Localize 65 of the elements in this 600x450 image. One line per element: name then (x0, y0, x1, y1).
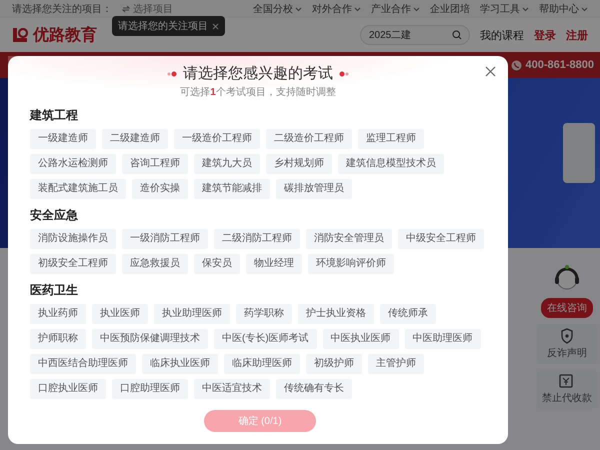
group-title: 医药卫生 (30, 282, 79, 299)
my-courses-link[interactable]: 我的课程 (480, 28, 524, 42)
exam-option[interactable]: 建筑九大员 (194, 154, 260, 174)
exam-option[interactable]: 中医助理医师 (404, 329, 481, 349)
exam-option[interactable]: 执业医师 (92, 304, 148, 324)
exam-option[interactable]: 药学职称 (236, 304, 292, 324)
exam-option[interactable]: 环境影响评价师 (308, 254, 394, 274)
side-tool-button[interactable]: 反诈声明 (537, 324, 597, 364)
top-link[interactable]: 产业合作 (371, 2, 420, 16)
dialog-title: 请选择您感兴趣的考试 (183, 64, 333, 83)
exam-option[interactable]: 中医执业医师 (322, 329, 399, 349)
top-link[interactable]: 企业团培 (430, 2, 470, 16)
exam-option[interactable]: 碳排放管理员 (276, 179, 352, 199)
exam-option[interactable]: 传统确有专长 (276, 379, 352, 399)
exam-option[interactable]: 二级造价工程师 (266, 129, 352, 149)
top-link[interactable]: 全国分校 (253, 2, 302, 16)
exam-option[interactable]: 造价实操 (132, 179, 188, 199)
exam-option[interactable]: 初级护师 (306, 354, 362, 374)
group-title: 安全应急 (30, 207, 79, 224)
search-field[interactable]: 2025二建 (360, 25, 470, 45)
exam-option[interactable]: 中级安全工程师 (398, 229, 484, 249)
exam-option[interactable]: 执业药师 (30, 304, 86, 324)
exam-option[interactable]: 乡村规划师 (266, 154, 332, 174)
top-link[interactable]: 对外合作 (312, 2, 361, 16)
exam-option[interactable]: 一级消防工程师 (122, 229, 208, 249)
exam-option[interactable]: 临床执业医师 (142, 354, 218, 374)
exam-option[interactable]: 二级建造师 (102, 129, 168, 149)
top-link[interactable]: 帮助中心 (539, 2, 588, 16)
exam-option[interactable]: 中医(专长)医师考试 (214, 329, 317, 349)
dialog-subtitle: 可选择1个考试项目，支持随时调整 (180, 86, 336, 99)
side-tool-button[interactable]: 禁止代收款 (537, 370, 597, 409)
group-title: 建筑工程 (30, 107, 79, 124)
exam-option[interactable]: 二级消防工程师 (214, 229, 300, 249)
register-link[interactable]: 注册 (566, 28, 588, 42)
exam-option[interactable]: 公路水运检测师 (30, 154, 116, 174)
login-link[interactable]: 登录 (534, 28, 556, 42)
tooltip: 请选择您的关注项目 (112, 16, 225, 36)
exam-option[interactable]: 咨询工程师 (122, 154, 188, 174)
exam-option[interactable]: 应急救援员 (122, 254, 188, 274)
exam-option[interactable]: 建筑节能减排 (194, 179, 270, 199)
exam-option[interactable]: 物业经理 (246, 254, 302, 274)
exam-option[interactable]: 监理工程师 (358, 129, 424, 149)
exam-option[interactable]: 消防设施操作员 (30, 229, 116, 249)
project-prompt: 请选择您关注的项目： (12, 2, 112, 16)
exam-option[interactable]: 主管护师 (368, 354, 424, 374)
exam-option[interactable]: 护士执业资格 (298, 304, 374, 324)
exam-option[interactable]: 中西医结合助理医师 (30, 354, 136, 374)
top-link[interactable]: 学习工具 (480, 2, 529, 16)
exam-option[interactable]: 消防安全管理员 (306, 229, 392, 249)
exam-option[interactable]: 初级安全工程师 (30, 254, 116, 274)
exam-option[interactable]: 中医适宜技术 (194, 379, 270, 399)
exam-option[interactable]: 护师职称 (30, 329, 86, 349)
exam-option[interactable]: 一级造价工程师 (174, 129, 260, 149)
exam-option[interactable]: 装配式建筑施工员 (30, 179, 126, 199)
logo-text: 优路教育 (33, 24, 97, 46)
exam-option[interactable]: 执业助理医师 (154, 304, 230, 324)
exam-option[interactable]: 口腔助理医师 (112, 379, 188, 399)
exam-option[interactable]: 中医预防保健调理技术 (92, 329, 208, 349)
exam-option[interactable]: 建筑信息模型技术员 (338, 154, 444, 174)
exam-option[interactable]: 口腔执业医师 (30, 379, 106, 399)
exam-option[interactable]: 传统师承 (380, 304, 436, 324)
exam-option[interactable]: 保安员 (194, 254, 240, 274)
exam-option[interactable]: 一级建造师 (30, 129, 96, 149)
exam-option[interactable]: 临床助理医师 (224, 354, 300, 374)
hotline-number: 400-861-8800 (525, 59, 594, 71)
